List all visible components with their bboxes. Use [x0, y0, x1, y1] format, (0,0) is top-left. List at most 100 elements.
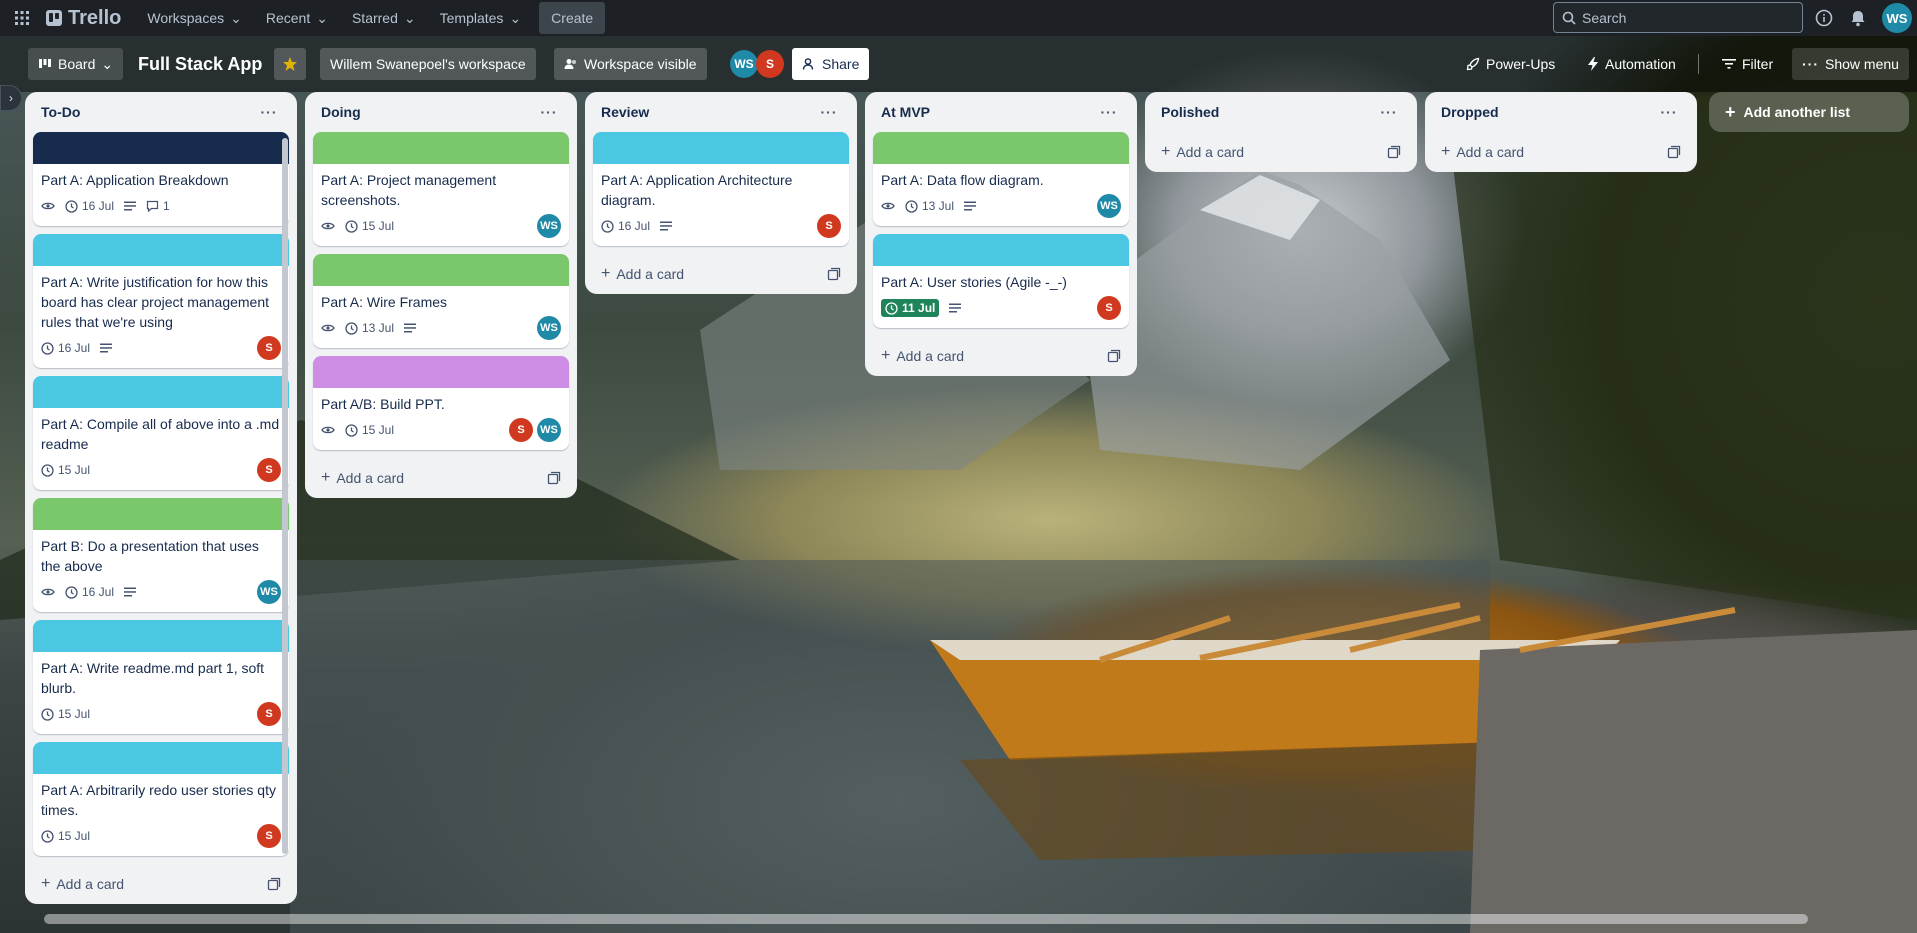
- star-board-icon[interactable]: [274, 48, 306, 80]
- member-avatar-s[interactable]: S: [817, 214, 841, 238]
- card-members: S: [257, 336, 281, 360]
- list-header[interactable]: Polished ···: [1153, 92, 1409, 132]
- card-template-icon[interactable]: [547, 471, 561, 485]
- member-avatar-ws[interactable]: WS: [1097, 194, 1121, 218]
- list-title[interactable]: Review: [601, 104, 649, 120]
- card-template-icon[interactable]: [1387, 145, 1401, 159]
- filter-button[interactable]: Filter: [1712, 48, 1783, 80]
- due-date-badge[interactable]: 16 Jul: [601, 219, 650, 233]
- list-title[interactable]: Doing: [321, 104, 361, 120]
- card[interactable]: Part A: Data flow diagram. 13 Jul WS: [873, 132, 1129, 226]
- board-header-bar: › Board ⌄ Full Stack App Willem Swanepoe…: [0, 36, 1917, 111]
- member-avatar-s[interactable]: S: [257, 702, 281, 726]
- card[interactable]: Part A/B: Build PPT. 15 Jul S WS: [313, 356, 569, 450]
- member-avatar-ws[interactable]: WS: [537, 214, 561, 238]
- automation-button[interactable]: Automation: [1577, 48, 1686, 80]
- list-header[interactable]: Doing ···: [313, 92, 569, 132]
- add-card-button[interactable]: + Add a card: [1441, 143, 1524, 161]
- list-header[interactable]: Dropped ···: [1433, 92, 1689, 132]
- list-menu-icon[interactable]: ···: [257, 100, 281, 124]
- card[interactable]: Part A: User stories (Agile -_-) 11 Jul S: [873, 234, 1129, 328]
- workspace-button[interactable]: Willem Swanepoel's workspace: [320, 48, 536, 80]
- add-card-button[interactable]: + Add a card: [881, 347, 964, 365]
- list-menu-icon[interactable]: ···: [1377, 100, 1401, 124]
- member-avatar-ws[interactable]: WS: [537, 418, 561, 442]
- nav-workspaces-dropdown[interactable]: Workspaces ⌄: [135, 2, 254, 34]
- card[interactable]: Part A: Application Breakdown 16 Jul 1: [33, 132, 289, 226]
- due-date-badge[interactable]: 13 Jul: [345, 321, 394, 335]
- card-members: S: [817, 214, 841, 238]
- list-menu-icon[interactable]: ···: [817, 100, 841, 124]
- watching-eye-icon: [41, 201, 55, 211]
- card-badges: 13 Jul WS: [321, 316, 561, 340]
- user-avatar[interactable]: WS: [1882, 3, 1912, 33]
- due-date-badge[interactable]: 15 Jul: [345, 219, 394, 233]
- list-title[interactable]: At MVP: [881, 104, 930, 120]
- visibility-button[interactable]: Workspace visible: [554, 48, 707, 80]
- add-another-list-button[interactable]: + Add another list: [1709, 92, 1909, 132]
- card-template-icon[interactable]: [1667, 145, 1681, 159]
- board-view-switcher[interactable]: Board ⌄: [28, 48, 124, 80]
- due-date-badge[interactable]: 13 Jul: [905, 199, 954, 213]
- list-menu-icon[interactable]: ···: [1097, 100, 1121, 124]
- card[interactable]: Part A: Arbitrarily redo user stories qt…: [33, 742, 289, 856]
- list-header[interactable]: At MVP ···: [873, 92, 1129, 132]
- due-date-badge[interactable]: 15 Jul: [41, 829, 90, 843]
- board-title[interactable]: Full Stack App: [128, 48, 272, 80]
- member-avatar-s[interactable]: S: [509, 418, 533, 442]
- card-template-icon[interactable]: [1107, 349, 1121, 363]
- add-card-button[interactable]: + Add a card: [1161, 143, 1244, 161]
- list-menu-icon[interactable]: ···: [1657, 100, 1681, 124]
- notifications-bell-icon[interactable]: [1846, 6, 1870, 30]
- card-template-icon[interactable]: [267, 877, 281, 891]
- card[interactable]: Part A: Project management screenshots. 1…: [313, 132, 569, 246]
- due-date-badge[interactable]: 16 Jul: [41, 341, 90, 355]
- card[interactable]: Part A: Wire Frames 13 Jul WS: [313, 254, 569, 348]
- member-avatar-s[interactable]: S: [257, 458, 281, 482]
- due-date-badge[interactable]: 15 Jul: [345, 423, 394, 437]
- list-header[interactable]: To-Do ···: [33, 92, 289, 132]
- add-card-button[interactable]: + Add a card: [601, 265, 684, 283]
- member-avatar-s[interactable]: S: [756, 50, 784, 78]
- list-menu-icon[interactable]: ···: [537, 100, 561, 124]
- card[interactable]: Part A: Compile all of above into a .md …: [33, 376, 289, 490]
- watching-eye-icon: [321, 425, 335, 435]
- member-avatar-s[interactable]: S: [257, 824, 281, 848]
- card-template-icon[interactable]: [827, 267, 841, 281]
- due-date-badge[interactable]: 16 Jul: [65, 199, 114, 213]
- member-avatar-ws[interactable]: WS: [730, 50, 758, 78]
- due-date-badge[interactable]: 11 Jul: [881, 299, 940, 317]
- card[interactable]: Part A: Application Architecture diagram…: [593, 132, 849, 246]
- due-date-badge[interactable]: 16 Jul: [65, 585, 114, 599]
- trello-logo[interactable]: Trello: [38, 7, 129, 30]
- search-input[interactable]: Search: [1553, 2, 1803, 33]
- card[interactable]: Part A: Write readme.md part 1, soft blu…: [33, 620, 289, 734]
- member-avatar-ws[interactable]: WS: [537, 316, 561, 340]
- todo-list-scrollbar[interactable]: [282, 138, 288, 854]
- card[interactable]: Part B: Do a presentation that uses the …: [33, 498, 289, 612]
- due-date-text: 15 Jul: [58, 463, 91, 477]
- board-horizontal-scrollbar[interactable]: [44, 914, 1808, 924]
- visibility-label: Workspace visible: [584, 56, 697, 72]
- nav-templates-dropdown[interactable]: Templates ⌄: [428, 2, 534, 34]
- list-title[interactable]: To-Do: [41, 104, 80, 120]
- member-avatar-s[interactable]: S: [257, 336, 281, 360]
- app-switcher-icon[interactable]: [6, 2, 38, 34]
- show-menu-button[interactable]: ··· Show menu: [1792, 48, 1909, 80]
- list-title[interactable]: Polished: [1161, 104, 1219, 120]
- member-avatar-s[interactable]: S: [1097, 296, 1121, 320]
- list-header[interactable]: Review ···: [593, 92, 849, 132]
- due-date-badge[interactable]: 15 Jul: [41, 707, 90, 721]
- add-card-button[interactable]: + Add a card: [41, 875, 124, 893]
- add-card-button[interactable]: + Add a card: [321, 469, 404, 487]
- nav-recent-dropdown[interactable]: Recent ⌄: [254, 2, 340, 34]
- due-date-badge[interactable]: 15 Jul: [41, 463, 90, 477]
- card[interactable]: Part A: Write justification for how this…: [33, 234, 289, 368]
- create-button[interactable]: Create: [539, 2, 606, 34]
- share-button[interactable]: Share: [792, 48, 870, 80]
- info-icon[interactable]: [1812, 6, 1836, 30]
- list-title[interactable]: Dropped: [1441, 104, 1499, 120]
- power-ups-button[interactable]: Power-Ups: [1456, 48, 1565, 80]
- member-avatar-ws[interactable]: WS: [257, 580, 281, 604]
- nav-starred-dropdown[interactable]: Starred ⌄: [340, 2, 428, 34]
